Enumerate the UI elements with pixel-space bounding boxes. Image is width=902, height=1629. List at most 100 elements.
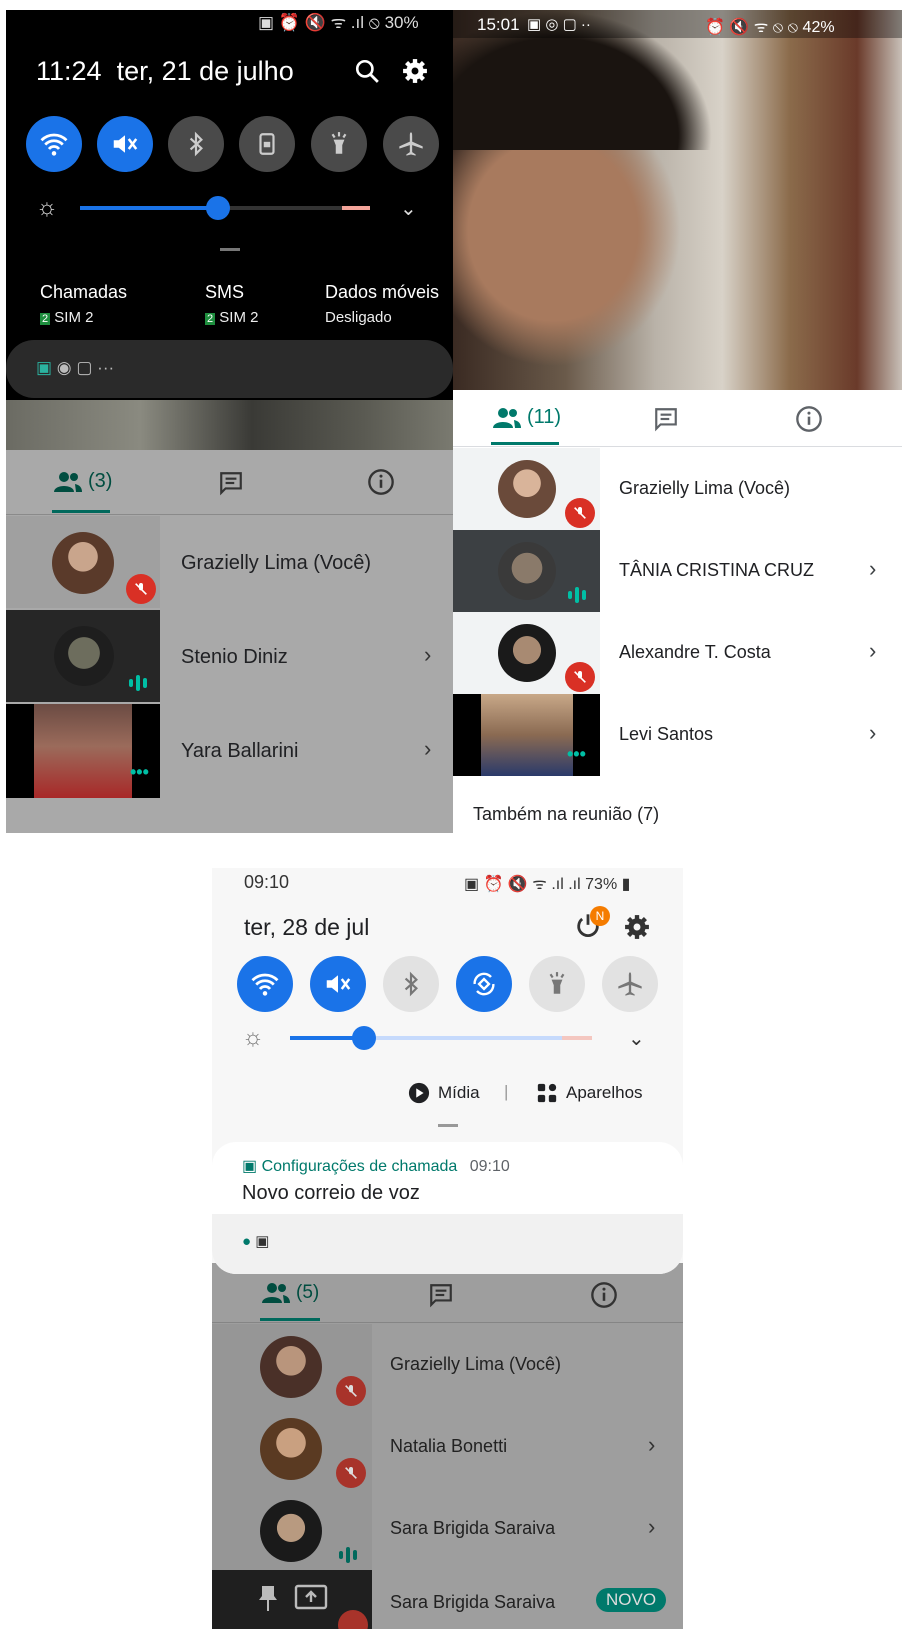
media-output-button[interactable]: Mídia xyxy=(408,1082,480,1104)
bluetooth-toggle[interactable] xyxy=(383,956,439,1012)
sim-chamadas[interactable]: Chamadas 2 SIM 2 xyxy=(40,282,127,326)
bluetooth-icon xyxy=(404,971,418,997)
notif-time: 09:10 xyxy=(469,1158,510,1175)
tab-underline xyxy=(260,1318,320,1321)
tab-info[interactable] xyxy=(795,405,823,433)
airplane-icon xyxy=(618,972,642,996)
sim-badge: 2 xyxy=(205,313,216,325)
vibrate-mute-icon xyxy=(326,975,351,993)
participant-name: Alexandre T. Costa xyxy=(619,642,771,662)
chevron-right-icon[interactable]: › xyxy=(424,736,431,762)
drag-handle[interactable] xyxy=(220,248,240,251)
info-icon xyxy=(591,1282,617,1308)
wifi-toggle[interactable] xyxy=(237,956,293,1012)
gear-icon[interactable] xyxy=(624,914,650,940)
status-time: 15:01 xyxy=(477,15,520,34)
devices-label: Aparelhos xyxy=(566,1083,643,1102)
media-label: Mídia xyxy=(438,1083,480,1102)
flashlight-toggle[interactable] xyxy=(529,956,585,1012)
tab-chat[interactable] xyxy=(218,470,244,496)
auto-rotate-toggle[interactable] xyxy=(456,956,512,1012)
airplane-toggle[interactable] xyxy=(602,956,658,1012)
chevron-right-icon[interactable]: › xyxy=(869,638,876,664)
tab-people[interactable]: (5) xyxy=(262,1282,319,1304)
list-item[interactable]: ••• Yara Ballarini › xyxy=(6,704,453,798)
sim-badge: 2 xyxy=(40,313,51,325)
wifi-toggle[interactable] xyxy=(26,116,82,172)
mobile-data[interactable]: Dados móveis Desligado xyxy=(325,282,439,326)
expand-chevron-icon[interactable]: ⌄ xyxy=(628,1026,645,1051)
list-item[interactable]: Grazielly Lima (Você) xyxy=(6,516,453,608)
participant-name: Stenio Diniz xyxy=(181,646,288,668)
notification-icons-bar[interactable]: ▣ ◉ ▢ ··· xyxy=(6,340,453,398)
tab-chat[interactable] xyxy=(653,406,679,432)
brightness-slider[interactable] xyxy=(80,196,370,220)
info-icon xyxy=(368,469,394,495)
wifi-icon xyxy=(40,133,68,156)
brightness-thumb[interactable] xyxy=(352,1026,376,1050)
participant-name: Sara Brigida Saraiva xyxy=(390,1592,556,1612)
muted-mic-icon xyxy=(565,498,595,528)
battery-level: 73% xyxy=(585,876,618,893)
chevron-right-icon[interactable]: › xyxy=(424,642,431,668)
people-icon xyxy=(493,407,521,428)
list-item[interactable]: ••• Levi Santos › xyxy=(453,694,902,776)
meet-panel: (3) Grazielly Lima (Você) Stenio Diniz › xyxy=(6,450,453,833)
flashlight-icon xyxy=(549,972,565,994)
chevron-right-icon[interactable]: › xyxy=(648,1514,655,1540)
mute-toggle[interactable] xyxy=(97,116,153,172)
notif-footer-icons: ● ▣ xyxy=(242,1232,269,1250)
avatar xyxy=(52,532,114,594)
tab-info[interactable] xyxy=(590,1281,618,1309)
muted-mic-icon xyxy=(336,1458,366,1488)
brightness-thumb[interactable] xyxy=(206,196,230,220)
muted-mic-icon xyxy=(336,1376,366,1406)
notification-card[interactable]: ▣ Configurações de chamada 09:10 Novo co… xyxy=(212,1142,683,1274)
update-badge: N xyxy=(590,906,610,926)
list-item[interactable]: Natalia Bonetti › xyxy=(212,1406,683,1488)
chat-icon xyxy=(220,472,242,496)
drag-handle[interactable] xyxy=(438,1124,458,1127)
expand-chevron-icon[interactable]: ⌄ xyxy=(400,196,417,221)
flashlight-toggle[interactable] xyxy=(311,116,367,172)
avatar xyxy=(498,542,556,600)
lock-rotation-toggle[interactable] xyxy=(239,116,295,172)
list-item[interactable]: Stenio Diniz › xyxy=(6,610,453,702)
chevron-right-icon[interactable]: › xyxy=(648,1432,655,1458)
tab-people[interactable]: (3) xyxy=(54,470,112,493)
tab-chat[interactable] xyxy=(428,1282,454,1308)
flashlight-icon xyxy=(331,132,347,154)
list-item[interactable]: Sara Brigida Saraiva › xyxy=(212,1488,683,1570)
present-screen-icon xyxy=(294,1584,328,1612)
tab-info[interactable] xyxy=(367,468,395,496)
bluetooth-toggle[interactable] xyxy=(168,116,224,172)
list-item[interactable]: TÂNIA CRISTINA CRUZ › xyxy=(453,530,902,612)
list-item[interactable]: Grazielly Lima (Você) xyxy=(212,1324,683,1406)
search-icon[interactable] xyxy=(354,58,380,84)
clock: 11:24 xyxy=(36,56,102,86)
avatar xyxy=(54,626,114,686)
gear-icon[interactable] xyxy=(402,58,428,84)
chevron-right-icon[interactable]: › xyxy=(869,556,876,582)
chevron-right-icon[interactable]: › xyxy=(869,720,876,746)
call-settings-icon: ▣ xyxy=(242,1158,258,1175)
airplane-toggle[interactable] xyxy=(383,116,439,172)
tab-people[interactable]: (11) xyxy=(493,406,561,429)
tab-underline xyxy=(491,442,559,445)
meet-icon: ● xyxy=(242,1233,252,1250)
participant-name: Grazielly Lima (Você) xyxy=(390,1354,562,1374)
sim-sms[interactable]: SMS 2 SIM 2 xyxy=(205,282,258,326)
list-item[interactable]: Alexandre T. Costa › xyxy=(453,612,902,694)
list-item[interactable]: Grazielly Lima (Você) xyxy=(453,448,902,530)
devices-button[interactable]: Aparelhos xyxy=(536,1082,643,1104)
list-item[interactable]: Sara Brigida Saraiva NOVO xyxy=(212,1570,683,1629)
status-glyphs: ▣ ⏰ 🔇 ᯤ .ıl .ıl xyxy=(464,876,586,893)
speaking-icon xyxy=(567,586,591,604)
mute-toggle[interactable] xyxy=(310,956,366,1012)
date: ter, 28 de jul xyxy=(244,914,370,940)
brightness-icon: ☼ xyxy=(242,1024,264,1051)
participant-name: Yara Ballarini xyxy=(181,740,299,762)
status-glyphs: ⏰ 🔇 ᯤ ⦸ ⦸ xyxy=(705,19,803,36)
avatar xyxy=(260,1336,322,1398)
brightness-slider[interactable] xyxy=(290,1026,592,1050)
